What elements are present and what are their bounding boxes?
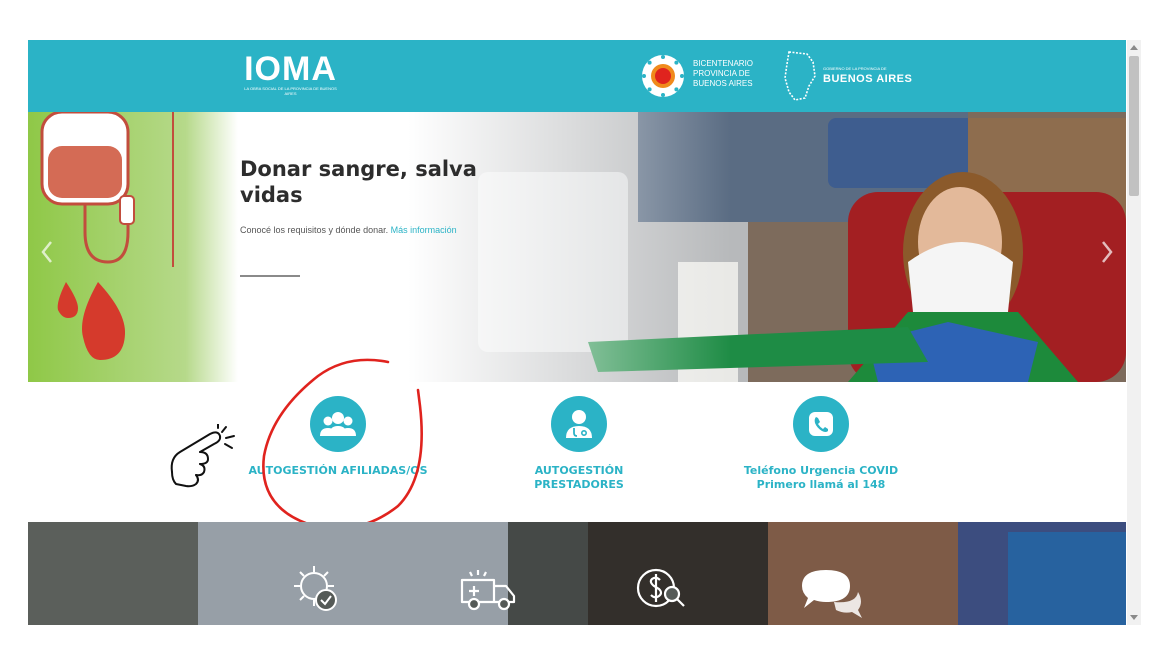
carousel-prev-icon[interactable] [40,240,54,264]
services-strip-photo [28,522,1126,625]
shortcut-autogestion-afiliados[interactable]: AUTOGESTIÓN AFILIADAS/OS [248,396,428,478]
carousel-next-icon[interactable] [1100,240,1114,264]
shortcut-label: Teléfono Urgencia COVID Primero llamá al… [743,464,899,491]
hero-carousel: Donar sangre, salva vidas Conocé los req… [28,112,1126,382]
government-big-text: BUENOS AIRES [823,73,913,85]
shortcut-autogestion-prestadores[interactable]: AUTOGESTIÓN PRESTADORES [489,396,669,492]
services-strip [28,522,1126,625]
scroll-up-icon[interactable] [1130,45,1138,50]
pointing-hand-icon [170,424,235,488]
bicentenario-seal-icon [642,55,684,97]
doctor-icon [566,410,592,438]
virus-icon[interactable] [290,562,344,616]
ioma-logo[interactable]: IOMA LA OBRA SOCIAL DE LA PROVINCIA DE B… [238,52,343,104]
government-logo[interactable]: GOBIERNO DE LA PROVINCIA DE BUENOS AIRES [783,50,933,102]
scrollbar-thumb[interactable] [1129,56,1139,196]
phone-icon [809,412,833,436]
ambulance-icon[interactable] [458,562,520,616]
shortcut-label: AUTOGESTIÓN AFILIADAS/OS [248,464,428,477]
money-search-icon[interactable] [632,562,690,616]
hero-title: Donar sangre, salva vidas [240,157,477,207]
site-header: IOMA LA OBRA SOCIAL DE LA PROVINCIA DE B… [28,40,1126,112]
shortcut-telefono-covid[interactable]: Teléfono Urgencia COVID Primero llamá al… [731,396,911,492]
hero-photo [28,112,1126,382]
province-map-icon [784,51,816,101]
shortcut-circle [310,396,366,452]
bicentenario-logo: BICENTENARIO PROVINCIA DE BUENOS AIRES [641,54,771,98]
shortcut-label: AUTOGESTIÓN PRESTADORES [534,464,624,491]
chat-icon[interactable] [796,562,866,620]
shortcut-circle [793,396,849,452]
bicentenario-text: BICENTENARIO PROVINCIA DE BUENOS AIRES [693,59,754,88]
government-small-text: GOBIERNO DE LA PROVINCIA DE [823,66,887,71]
hero-description: Conocé los requisitos y dónde donar. Más… [240,224,480,237]
scroll-down-icon[interactable] [1130,615,1138,620]
logo-text: IOMA [244,50,337,88]
browser-viewport: IOMA LA OBRA SOCIAL DE LA PROVINCIA DE B… [28,40,1126,625]
logo-subtitle: LA OBRA SOCIAL DE LA PROVINCIA DE BUENOS… [244,86,337,96]
hero-description-text: Conocé los requisitos y dónde donar. [240,225,389,235]
users-icon [320,412,356,436]
more-info-link[interactable]: Más información [391,225,457,235]
hero-divider [240,275,300,277]
shortcut-circle [551,396,607,452]
vertical-scrollbar[interactable] [1127,40,1141,625]
